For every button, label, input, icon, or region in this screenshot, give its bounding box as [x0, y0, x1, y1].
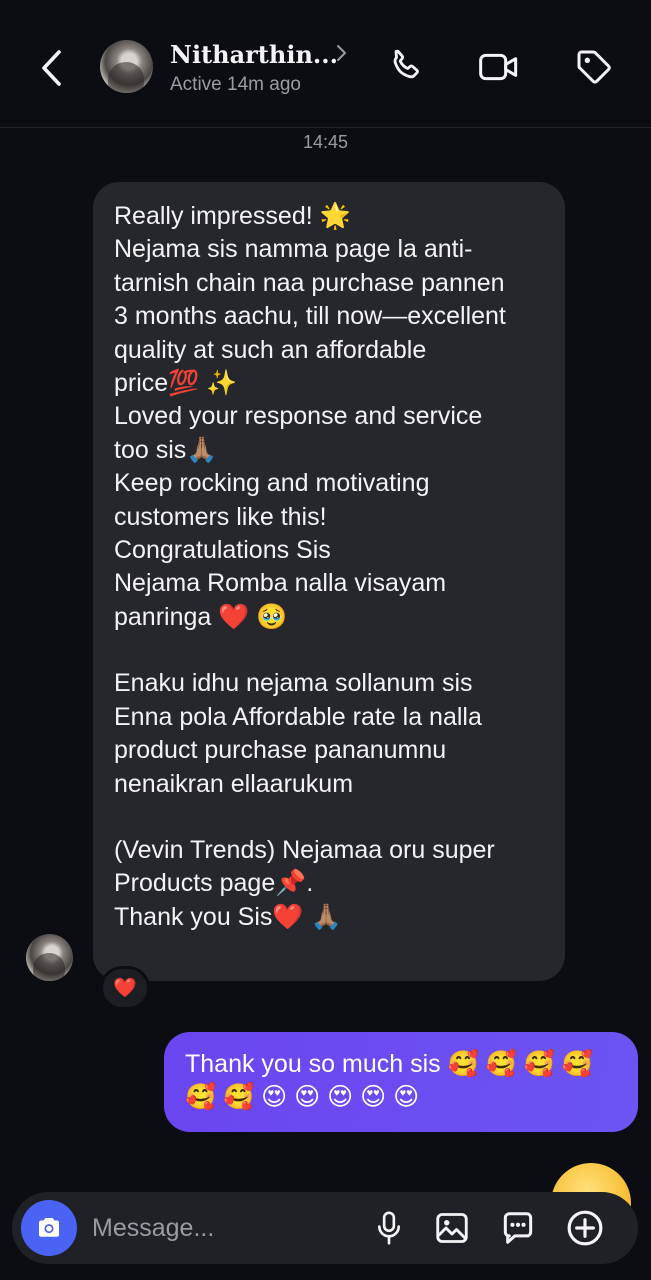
video-call-button[interactable] [474, 42, 524, 92]
incoming-message-paragraph: Enaku idhu nejama sollanum sis Enna pola… [114, 669, 482, 798]
tag-icon [577, 50, 611, 84]
more-options-button[interactable] [561, 1204, 609, 1252]
camera-button[interactable] [21, 1200, 77, 1256]
microphone-icon [377, 1211, 401, 1245]
contact-avatar[interactable] [100, 40, 153, 93]
gallery-icon [436, 1213, 468, 1243]
sticker-icon [503, 1212, 533, 1244]
incoming-message-bubble[interactable]: Really impressed! 🌟 Nejama sis namma pag… [93, 182, 565, 981]
incoming-message-paragraph: Really impressed! 🌟 Nejama sis namma pag… [114, 202, 506, 631]
back-chevron-icon [42, 50, 61, 86]
chat-header: Nitharthin... Active 14m ago [0, 0, 651, 128]
tag-button[interactable] [569, 42, 619, 92]
contact-name[interactable]: Nitharthin... [170, 40, 338, 69]
outgoing-message-bubble[interactable]: Thank you so much sis 🥰 🥰 🥰 🥰 🥰 🥰 😍 😍 😍 … [164, 1032, 638, 1132]
plus-circle-icon [567, 1210, 603, 1246]
sender-avatar[interactable] [26, 934, 73, 981]
voice-call-button[interactable] [380, 42, 430, 92]
chevron-right-icon[interactable] [334, 42, 348, 64]
outgoing-message-text: Thank you so much sis 🥰 🥰 🥰 🥰 🥰 🥰 😍 😍 😍 … [185, 1050, 593, 1112]
heart-reaction[interactable]: ❤️ [100, 966, 150, 1010]
message-timestamp: 14:45 [302, 132, 349, 152]
sticker-button[interactable] [494, 1204, 542, 1252]
chat-screen: Nitharthin... Active 14m ago 14:45 Reall… [0, 0, 651, 1280]
video-camera-icon [479, 53, 518, 81]
back-button[interactable] [28, 44, 76, 92]
message-composer [12, 1192, 638, 1264]
incoming-message-paragraph: (Vevin Trends) Nejamaa oru super Product… [114, 835, 495, 931]
camera-icon [39, 1218, 59, 1237]
phone-icon [393, 49, 419, 79]
message-input[interactable] [92, 1206, 362, 1250]
gallery-button[interactable] [428, 1204, 476, 1252]
voice-message-button[interactable] [365, 1204, 413, 1252]
active-status: Active 14m ago [170, 74, 301, 95]
